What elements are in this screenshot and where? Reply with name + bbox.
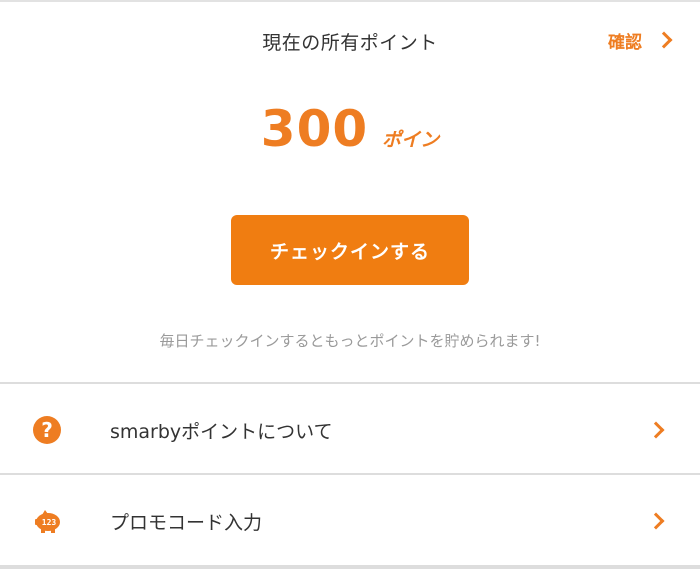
points-header: 現在の所有ポイント 確認	[0, 0, 700, 84]
points-display: 300 ポイン	[0, 100, 700, 164]
confirm-link[interactable]: 確認	[608, 26, 673, 54]
chevron-right-icon	[647, 512, 665, 530]
menu-item-promo-code[interactable]: 123 プロモコード入力	[0, 477, 700, 565]
piggy-bank-123-icon: 123	[32, 506, 62, 536]
menu-item-label: プロモコード入力	[110, 511, 263, 534]
points-value: 300	[260, 100, 369, 158]
menu-item-label: smarbyポイントについて	[110, 420, 333, 443]
row-divider	[0, 473, 700, 475]
bottom-divider	[0, 565, 700, 569]
checkin-button[interactable]: チェックインする	[231, 215, 469, 285]
chevron-right-icon	[655, 31, 673, 49]
svg-text:123: 123	[42, 518, 57, 527]
question-circle-icon: ?	[32, 415, 62, 445]
confirm-label: 確認	[608, 32, 642, 53]
points-unit: ポイン	[382, 129, 440, 151]
section-divider	[0, 382, 700, 384]
menu-item-about-points[interactable]: ? smarbyポイントについて	[0, 386, 700, 474]
page-title: 現在の所有ポイント	[262, 32, 438, 54]
chevron-right-icon	[647, 421, 665, 439]
checkin-hint: 毎日チェックインするともっとポイントを貯められます!	[159, 332, 541, 350]
